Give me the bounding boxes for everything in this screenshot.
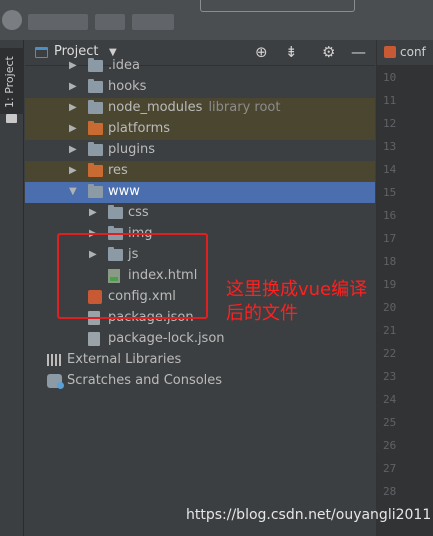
tree-item-label: css [128,205,149,220]
tree-item-label: hooks [108,79,147,94]
line-number: 12 [383,117,397,130]
tree-row-css[interactable]: ▶ css [25,203,375,224]
line-number: 26 [383,439,397,452]
expand-right-icon[interactable]: ▶ [69,80,77,94]
line-number: 23 [383,370,397,383]
expand-down-icon[interactable]: ▼ [69,185,77,199]
tree-row-node-modules[interactable]: ▶ node_modules library root [25,98,375,119]
expand-right-icon[interactable]: ▶ [69,122,77,136]
editor-tab-label: conf [400,45,426,59]
tree-item-label: www [108,184,140,199]
blurred-breadcrumb [132,14,174,30]
line-number: 28 [383,485,397,498]
line-number: 13 [383,140,397,153]
run-config-selector[interactable] [200,0,355,12]
editor-area: conf 10 11 12 13 14 15 16 17 18 19 20 21 22 23 24 25 26 2… [376,40,433,536]
expand-right-icon[interactable]: ▶ [69,164,77,178]
line-number: 11 [383,94,397,107]
expand-right-icon[interactable]: ▶ [89,206,97,220]
back-arrow-icon[interactable] [2,10,22,30]
line-number: 10 [383,71,397,84]
tree-item-label: res [108,163,128,178]
tree-row-platforms[interactable]: ▶ platforms [25,119,375,140]
tree-row-www[interactable]: ▼ www [25,182,375,203]
tree-item-label: Scratches and Consoles [67,373,223,388]
line-number: 15 [383,186,397,199]
expand-right-icon[interactable]: ▶ [69,59,77,73]
xml-file-icon [384,46,396,58]
editor-tab[interactable]: conf [377,40,433,66]
tree-item-label: .idea [108,58,140,73]
line-number: 24 [383,393,397,406]
tree-row-hooks[interactable]: ▶ hooks [25,77,375,98]
tree-item-label: node_modules library root [108,100,281,115]
annotation-text: 这里换成vue编译后的文件 [226,279,368,324]
tool-window-strip: 1: Project [0,40,24,536]
blurred-breadcrumb [95,14,125,30]
expand-right-icon[interactable]: ▶ [69,101,77,115]
line-number: 17 [383,232,397,245]
project-tool-tab-label: 1: Project [3,56,16,108]
line-number: 14 [383,163,397,176]
highlight-box [57,233,208,319]
title-bar [0,0,433,40]
tree-item-label: platforms [108,121,171,136]
line-number: 16 [383,209,397,222]
tree-item-label: package-lock.json [108,331,225,346]
tree-item-label: plugins [108,142,155,157]
tree-row-external-libraries[interactable]: External Libraries [25,350,375,371]
line-number: 21 [383,324,397,337]
line-number: 25 [383,416,397,429]
watermark: https://blog.csdn.net/ouyangli2011 [186,507,432,523]
tree-row-package-lock-json[interactable]: package-lock.json [25,329,375,350]
line-number-gutter: 10 11 12 13 14 15 16 17 18 19 20 21 22 23 24 25 26 27 28 [377,66,433,536]
tree-item-label: External Libraries [67,352,182,367]
blurred-breadcrumb [28,14,88,30]
line-number: 19 [383,278,397,291]
line-number: 27 [383,462,397,475]
tree-row-res[interactable]: ▶ res [25,161,375,182]
tree-item-suffix: library root [208,100,281,115]
expand-right-icon[interactable]: ▶ [69,143,77,157]
tree-row--idea[interactable]: ▶ .idea [25,56,375,77]
structure-icon[interactable] [6,114,17,123]
tree-row-scratches-and-consoles[interactable]: Scratches and Consoles [25,371,375,392]
project-tool-tab[interactable]: 1: Project [0,48,24,114]
tree-row-plugins[interactable]: ▶ plugins [25,140,375,161]
line-number: 20 [383,301,397,314]
line-number: 22 [383,347,397,360]
line-number: 18 [383,255,397,268]
